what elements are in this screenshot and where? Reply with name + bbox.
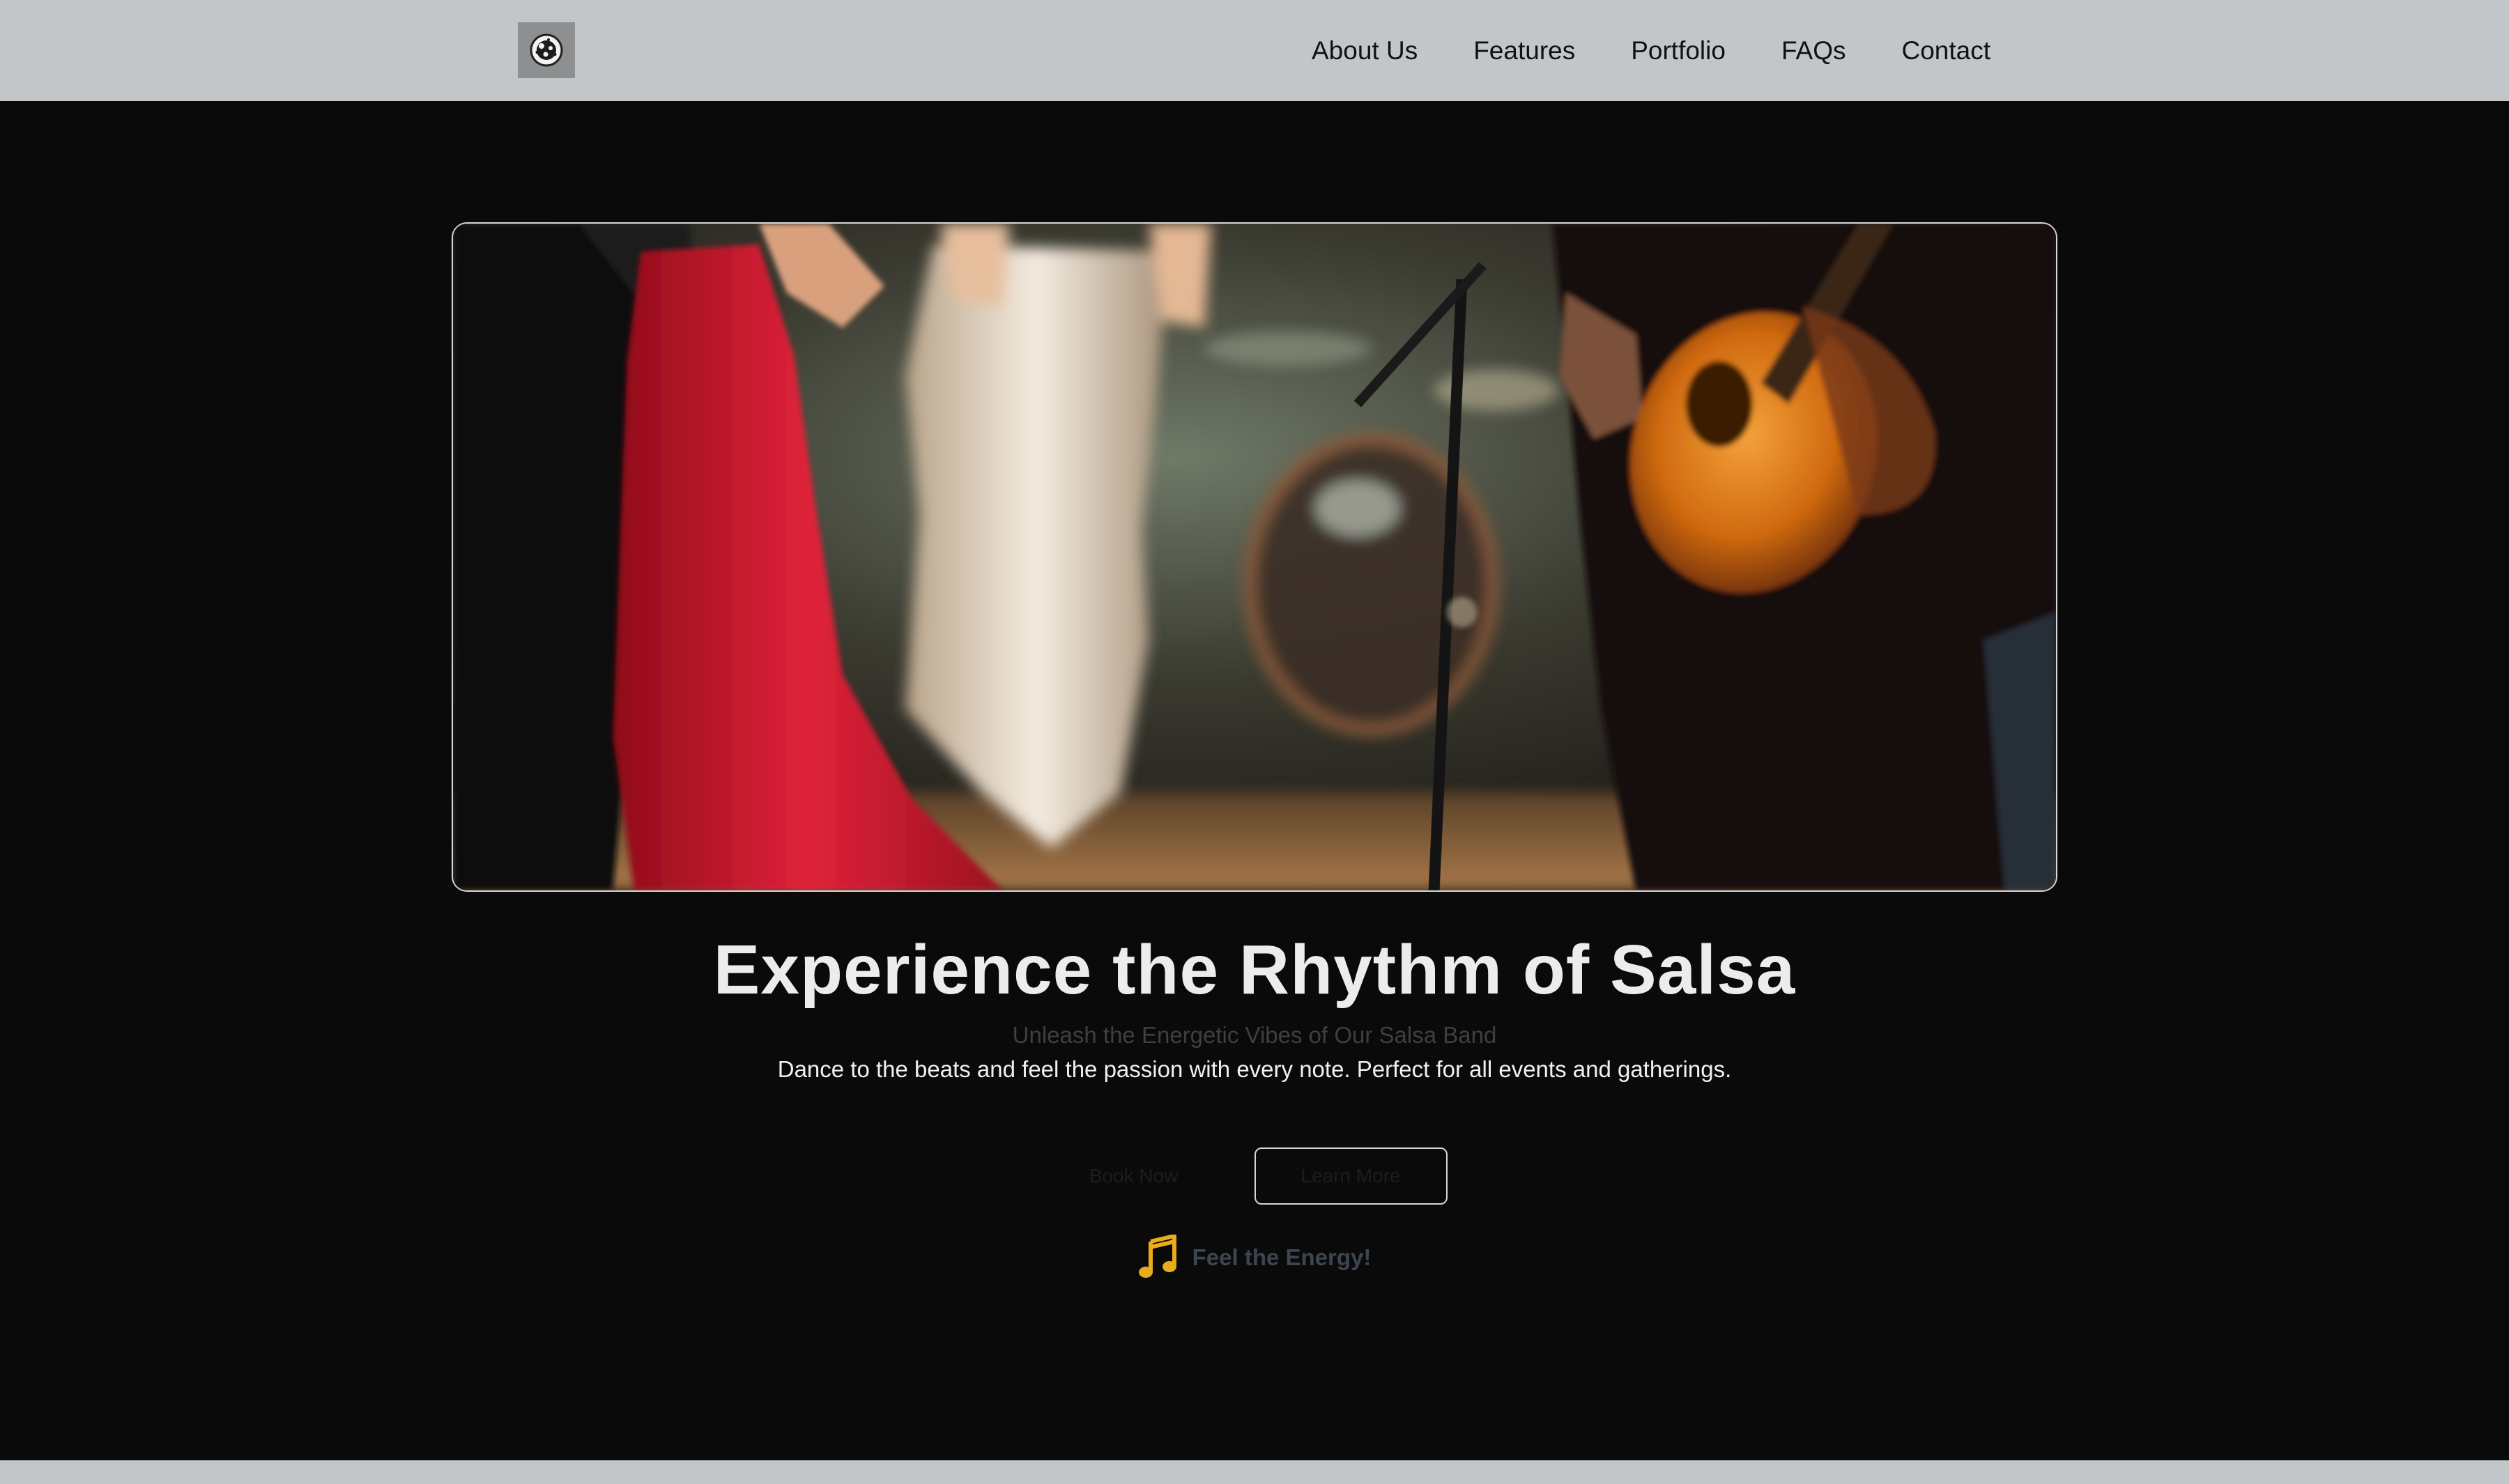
energy-tagline: Feel the Energy!: [0, 1235, 2509, 1281]
nav-link-features[interactable]: Features: [1473, 36, 1575, 65]
logo[interactable]: [518, 22, 575, 78]
nav-link-faqs[interactable]: FAQs: [1781, 36, 1846, 65]
top-navbar: About Us Features Portfolio FAQs Contact: [0, 0, 2509, 101]
hero-description: Dance to the beats and feel the passion …: [777, 1056, 1732, 1082]
hero-subtitle: Unleash the Energetic Vibes of Our Salsa…: [1012, 1022, 1497, 1048]
disco-ball-icon: [530, 33, 563, 67]
footer-strip: [0, 1460, 2509, 1484]
hero-actions: Book Now Learn More: [0, 1147, 2509, 1205]
book-now-button[interactable]: Book Now: [1062, 1147, 1206, 1205]
energy-tagline-text: Feel the Energy!: [1192, 1244, 1372, 1270]
main-nav: About Us Features Portfolio FAQs Contact: [1312, 0, 1990, 101]
music-note-icon: [1138, 1235, 1176, 1278]
hero-title: Experience the Rhythm of Salsa: [713, 931, 1796, 1009]
nav-link-portfolio[interactable]: Portfolio: [1631, 36, 1726, 65]
learn-more-button[interactable]: Learn More: [1254, 1147, 1448, 1205]
hero-image: [452, 222, 2057, 892]
nav-link-about-us[interactable]: About Us: [1312, 36, 1418, 65]
salsa-performance-illustration: [453, 224, 2056, 890]
nav-link-contact[interactable]: Contact: [1901, 36, 1990, 65]
